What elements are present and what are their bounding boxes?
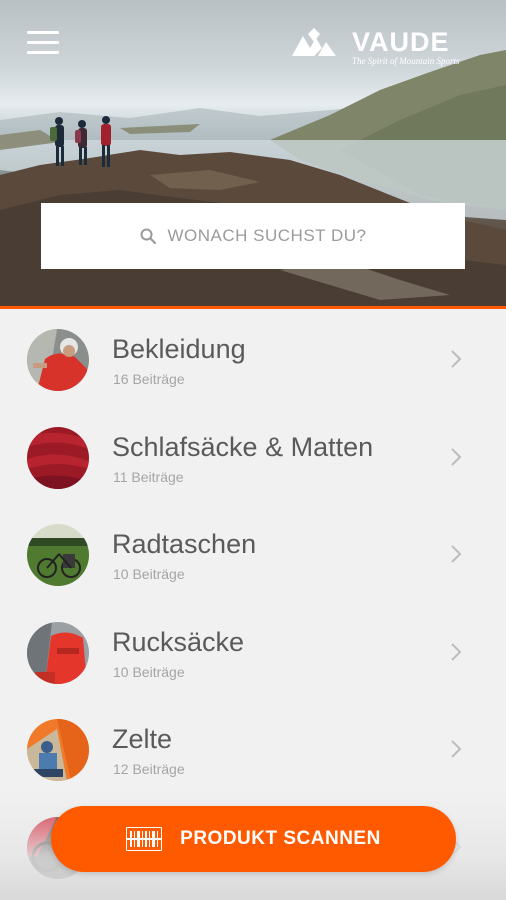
category-title: Zelte	[112, 724, 173, 754]
category-item-zelte[interactable]: Zelte 12 Beiträge	[0, 699, 506, 797]
scan-product-button[interactable]: PRODUKT SCANNEN	[51, 806, 456, 872]
category-thumbnail	[27, 524, 89, 586]
chevron-right-icon	[451, 642, 462, 661]
hamburger-menu-icon[interactable]	[27, 31, 59, 55]
category-count: 11 Beiträge	[113, 468, 184, 485]
chevron-right-icon	[451, 447, 462, 466]
chevron-right-icon	[451, 350, 462, 368]
category-count: 12 Beiträge	[113, 761, 185, 777]
brand-tagline: The Spirit of Mountain Sports	[352, 56, 460, 66]
category-item-radtaschen[interactable]: Radtaschen 10 Beiträge	[0, 504, 506, 602]
category-count: 10 Beiträge	[113, 663, 185, 680]
scan-button-label: PRODUKT SCANNEN	[180, 828, 381, 849]
search-placeholder: WONACH SUCHST DU?	[167, 226, 367, 245]
category-thumbnail	[27, 719, 89, 781]
brand-name: VAUDE	[352, 27, 450, 57]
category-item-bekleidung[interactable]: Bekleidung 16 Beiträge	[0, 309, 506, 407]
category-title: Schlafsäcke & Matten	[112, 431, 374, 462]
category-item-schlafsaecke[interactable]: Schlafsäcke & Matten 11 Beiträge	[0, 407, 506, 505]
category-count: 16 Beiträge	[113, 371, 185, 387]
category-thumbnail	[27, 426, 89, 489]
category-title: Bekleidung	[112, 334, 246, 364]
hero-banner: VAUDE The Spirit of Mountain Sports WONA…	[0, 0, 506, 308]
category-count: 10 Beiträge	[113, 566, 185, 582]
search-input[interactable]: WONACH SUCHST DU?	[41, 203, 465, 269]
category-item-rucksaecke[interactable]: Rucksäcke 10 Beiträge	[0, 602, 506, 700]
chevron-right-icon	[451, 740, 462, 758]
category-title: Rucksäcke	[112, 626, 245, 657]
barcode-icon	[126, 827, 163, 851]
search-icon	[140, 228, 156, 244]
chevron-right-icon	[451, 545, 462, 563]
vaude-logo: VAUDE The Spirit of Mountain Sports	[292, 26, 472, 70]
category-title: Radtaschen	[112, 529, 257, 559]
category-thumbnail	[27, 621, 89, 684]
category-thumbnail	[27, 329, 89, 391]
mountain-logo-icon	[292, 28, 336, 56]
